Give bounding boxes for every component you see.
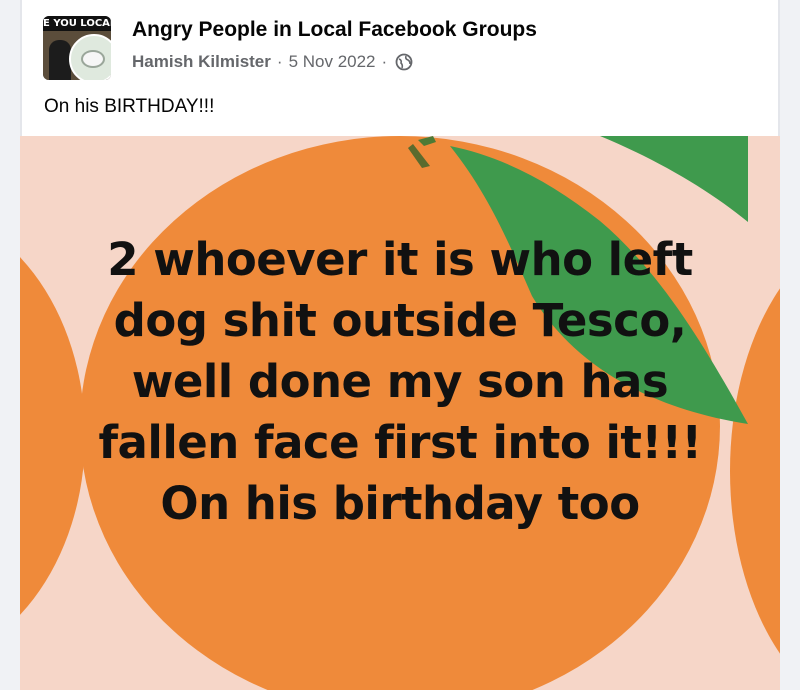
meme-line: On his birthday too	[160, 477, 640, 530]
post-date-link[interactable]: 5 Nov 2022	[289, 52, 376, 72]
meta-separator: ·	[276, 52, 283, 71]
meme-line: fallen face first into it!!!	[98, 416, 702, 469]
post-image[interactable]: 2 whoever it is who left dog shit outsid…	[20, 136, 780, 690]
user-profile-picture[interactable]	[69, 34, 111, 80]
meme-text: 2 whoever it is who left dog shit outsid…	[20, 229, 780, 534]
meme-line: well done my son has	[131, 355, 669, 408]
post-caption: On his BIRTHDAY!!!	[44, 96, 215, 117]
avatar-person	[49, 40, 71, 80]
post-meta: Hamish Kilmister · 5 Nov 2022 ·	[132, 52, 413, 72]
meme-line: dog shit outside Tesco,	[113, 294, 687, 347]
avatar-banner-text: E YOU LOCAL	[43, 16, 111, 31]
corner-leaf	[600, 136, 748, 222]
meme-line: 2 whoever it is who left	[107, 233, 693, 286]
group-name-link[interactable]: Angry People in Local Facebook Groups	[132, 18, 537, 42]
meta-separator: ·	[381, 52, 388, 71]
author-name-link[interactable]: Hamish Kilmister	[132, 52, 271, 72]
facebook-post-card: E YOU LOCAL Angry People in Local Facebo…	[20, 0, 780, 690]
post-header: E YOU LOCAL Angry People in Local Facebo…	[20, 0, 780, 136]
globe-icon[interactable]	[395, 53, 413, 71]
group-avatar[interactable]: E YOU LOCAL	[43, 16, 111, 80]
